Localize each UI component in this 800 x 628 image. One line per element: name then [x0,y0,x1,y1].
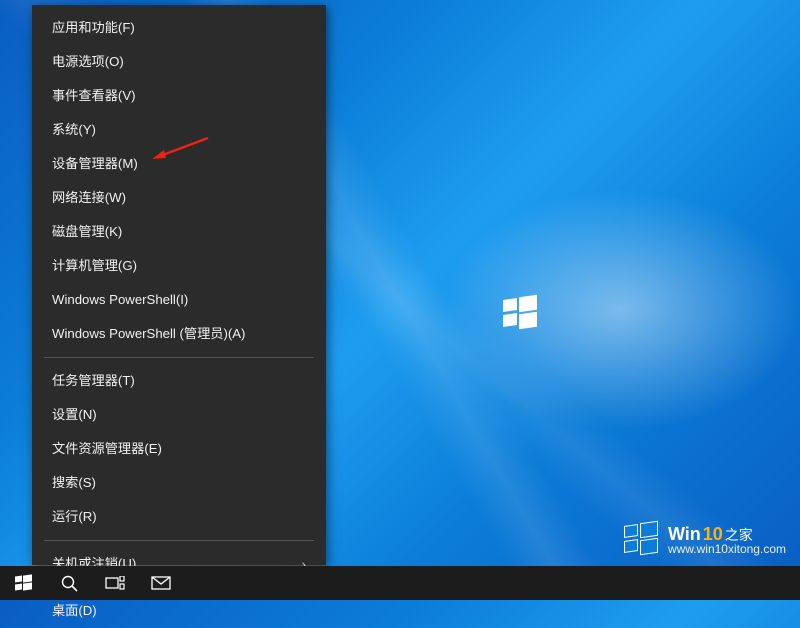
menu-item-task-manager[interactable]: 任务管理器(T) [32,364,326,398]
menu-item-system[interactable]: 系统(Y) [32,113,326,147]
menu-item-powershell[interactable]: Windows PowerShell(I) [32,283,326,317]
watermark: Win 10 之家 www.win10xitong.com [624,522,786,558]
menu-item-powershell-admin[interactable]: Windows PowerShell (管理员)(A) [32,317,326,351]
menu-item-network-connections[interactable]: 网络连接(W) [32,181,326,215]
menu-item-file-explorer[interactable]: 文件资源管理器(E) [32,432,326,466]
menu-item-run[interactable]: 运行(R) [32,500,326,534]
menu-item-label: 电源选项(O) [52,45,124,79]
taskbar-taskview-button[interactable] [92,566,138,600]
menu-item-label: 设置(N) [52,398,97,432]
menu-item-power-options[interactable]: 电源选项(O) [32,45,326,79]
menu-item-label: 文件资源管理器(E) [52,432,162,466]
menu-item-label: 系统(Y) [52,113,96,147]
menu-item-disk-management[interactable]: 磁盘管理(K) [32,215,326,249]
menu-item-label: 计算机管理(G) [52,249,137,283]
menu-item-label: 设备管理器(M) [52,147,138,181]
menu-item-label: 搜索(S) [52,466,96,500]
taskbar [0,566,800,600]
menu-item-label: 任务管理器(T) [52,364,135,398]
watermark-brand-zhijia: 之家 [725,528,753,542]
menu-item-device-manager[interactable]: 设备管理器(M) [32,147,326,181]
menu-item-label: Windows PowerShell (管理员)(A) [52,317,245,351]
watermark-brand-10: 10 [703,525,723,543]
menu-separator [44,540,314,541]
taskbar-mail-button[interactable] [138,566,184,600]
windows-logo-icon [15,575,32,592]
menu-item-label: 磁盘管理(K) [52,215,122,249]
menu-item-event-viewer[interactable]: 事件查看器(V) [32,79,326,113]
watermark-url: www.win10xitong.com [668,543,786,555]
windows-logo-icon [503,296,537,330]
taskbar-search-button[interactable] [46,566,92,600]
menu-item-settings[interactable]: 设置(N) [32,398,326,432]
watermark-brand-win: Win [668,525,701,543]
menu-item-label: 事件查看器(V) [52,79,136,113]
menu-item-label: Windows PowerShell(I) [52,283,188,317]
menu-item-apps-features[interactable]: 应用和功能(F) [32,11,326,45]
taskview-icon [105,576,125,590]
mail-icon [151,576,171,590]
menu-item-label: 应用和功能(F) [52,11,135,45]
search-icon [61,575,78,592]
menu-item-computer-management[interactable]: 计算机管理(G) [32,249,326,283]
menu-item-label: 运行(R) [52,500,97,534]
menu-item-search[interactable]: 搜索(S) [32,466,326,500]
windows-logo-icon [624,522,660,558]
start-button[interactable] [0,566,46,600]
winx-context-menu: 应用和功能(F) 电源选项(O) 事件查看器(V) 系统(Y) 设备管理器(M)… [32,5,326,565]
menu-item-label: 网络连接(W) [52,181,126,215]
menu-separator [44,357,314,358]
